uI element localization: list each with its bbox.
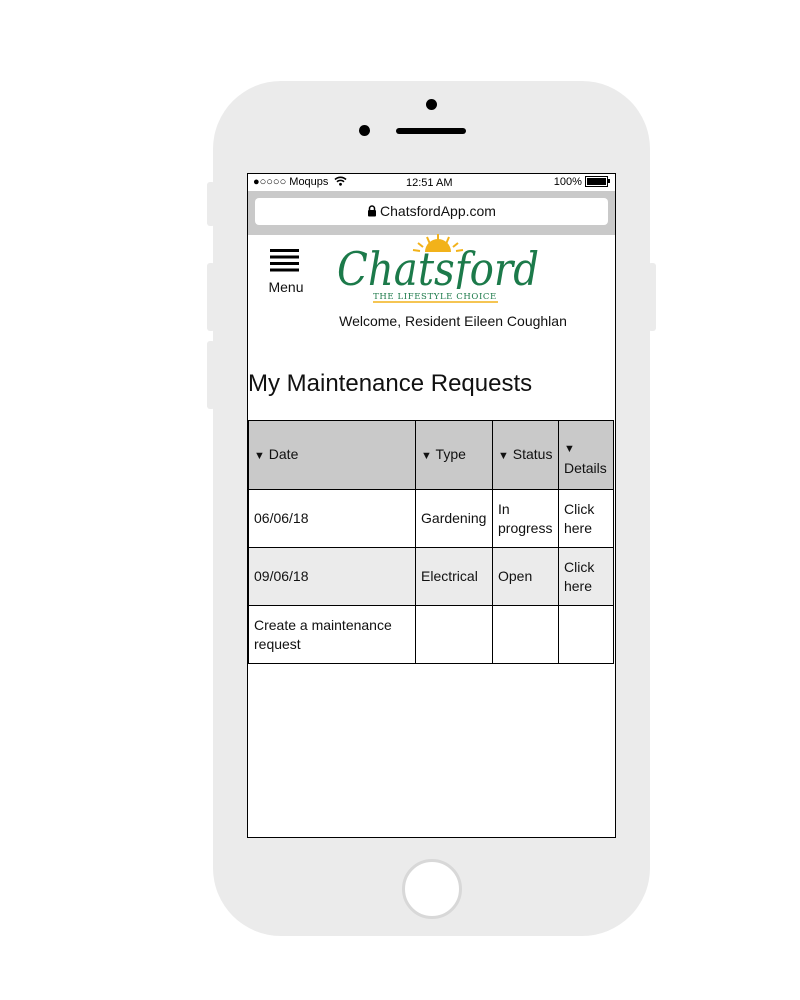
- empty-cell: [492, 605, 559, 664]
- sort-down-icon: ▼: [254, 449, 265, 462]
- earpiece-speaker: [396, 128, 466, 134]
- details-link[interactable]: Click here: [557, 489, 615, 548]
- cell-type: Electrical: [415, 547, 493, 606]
- cell-date: 06/06/18: [248, 489, 417, 548]
- home-button[interactable]: [402, 859, 462, 919]
- welcome-message: Welcome, Resident Eileen Coughlan: [339, 313, 567, 329]
- carrier-signal: ●○○○○ Moqups: [253, 176, 348, 188]
- browser-toolbar: ChatsfordApp.com: [248, 191, 615, 235]
- column-label: Type: [435, 445, 466, 462]
- menu-label: Menu: [268, 279, 304, 295]
- column-label: Status: [512, 445, 553, 462]
- details-link[interactable]: Click here: [557, 547, 615, 606]
- wifi-icon: [334, 176, 348, 186]
- volume-up-button: [207, 263, 215, 331]
- column-header-type[interactable]: ▼ Type: [415, 420, 493, 490]
- logo-tagline: THE LIFESTYLE CHOICE: [373, 292, 497, 302]
- battery-percent: 100%: [553, 176, 582, 188]
- table-row: 06/06/18 Gardening In progress Click her…: [248, 489, 615, 548]
- column-header-details[interactable]: ▼ Details: [557, 420, 615, 490]
- cell-date: 09/06/18: [248, 547, 417, 606]
- status-bar: ●○○○○ Moqups 12:51 AM 100%: [248, 174, 615, 191]
- maintenance-requests-table: ▼ Date ▼ Type ▼ Status ▼ Details 06/06/1…: [248, 420, 615, 664]
- cell-type: Gardening: [415, 489, 493, 548]
- sort-down-icon: ▼: [498, 449, 509, 462]
- carrier-label: ●○○○○ Moqups: [253, 176, 329, 188]
- hamburger-icon: [270, 249, 299, 272]
- phone-screen: ●○○○○ Moqups 12:51 AM 100% ChatsfordApp.…: [247, 173, 616, 838]
- cell-status: Open: [492, 547, 559, 606]
- sort-down-icon: ▼: [563, 443, 575, 455]
- lock-icon: [368, 205, 377, 217]
- chatsford-logo: Chatsford THE LIFESTYLE CHOICE: [337, 234, 539, 303]
- volume-down-button: [207, 341, 215, 409]
- column-label: Date: [268, 445, 299, 462]
- table-row: 09/06/18 Electrical Open Click here: [248, 547, 615, 606]
- logo-wordmark: Chatsford: [337, 242, 539, 296]
- menu-button[interactable]: Menu: [262, 247, 312, 297]
- address-bar[interactable]: ChatsfordApp.com: [255, 198, 608, 225]
- sort-down-icon: ▼: [421, 449, 432, 462]
- cell-status: In progress: [492, 489, 559, 548]
- column-header-status[interactable]: ▼ Status: [492, 420, 559, 490]
- power-button: [648, 263, 656, 331]
- url-text: ChatsfordApp.com: [380, 203, 496, 219]
- page-title: My Maintenance Requests: [248, 370, 533, 397]
- column-label: Details: [563, 460, 607, 476]
- proximity-sensor: [359, 125, 370, 136]
- clock: 12:51 AM: [406, 177, 453, 189]
- create-request-link[interactable]: Create a maintenance request: [248, 605, 417, 664]
- empty-cell: [415, 605, 493, 664]
- column-header-date[interactable]: ▼ Date: [248, 420, 417, 490]
- table-header-row: ▼ Date ▼ Type ▼ Status ▼ Details: [248, 420, 615, 490]
- front-camera: [426, 99, 437, 110]
- create-request-row: Create a maintenance request: [248, 605, 615, 664]
- battery-icon: [585, 175, 608, 187]
- mute-switch: [207, 182, 215, 226]
- battery-status: 100%: [553, 175, 610, 188]
- empty-cell: [557, 605, 615, 664]
